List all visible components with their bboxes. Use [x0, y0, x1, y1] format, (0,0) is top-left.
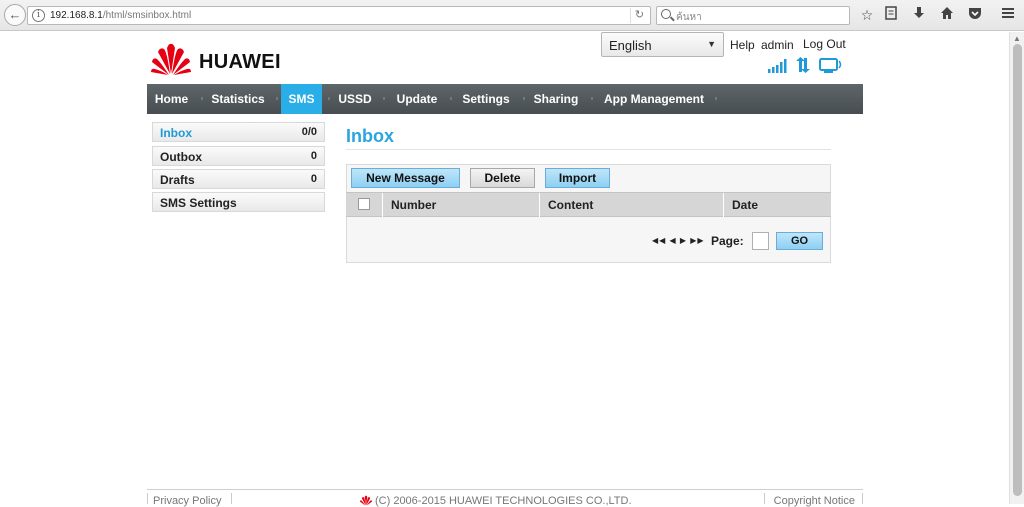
- table-header: Number Content Date: [346, 192, 831, 217]
- sidebar-item-drafts[interactable]: Drafts 0: [152, 169, 325, 189]
- language-select[interactable]: English ▼: [601, 32, 724, 57]
- huawei-petal-icon: [151, 43, 191, 75]
- nav-settings[interactable]: Settings: [455, 84, 517, 114]
- star-icon[interactable]: ☆: [858, 6, 876, 24]
- language-value: English: [609, 38, 652, 53]
- sidebar-item-count: 0: [310, 173, 317, 185]
- sidebar-item-count: 0: [310, 150, 317, 162]
- sidebar-item-label: Outbox: [160, 150, 202, 164]
- reload-icon[interactable]: ↻: [630, 8, 648, 23]
- url-path: /html/smsinbox.html: [102, 10, 192, 21]
- title-divider: [346, 149, 831, 150]
- sidebar-item-label: Drafts: [160, 173, 195, 187]
- status-icons: [767, 57, 847, 75]
- brand-name: HUAWEI: [199, 51, 281, 73]
- download-icon[interactable]: [910, 6, 928, 24]
- select-all-cell: [346, 193, 382, 217]
- nav-separator: [591, 97, 593, 100]
- sidebar-item-sms-settings[interactable]: SMS Settings: [152, 192, 325, 212]
- footer-separator: [231, 493, 232, 504]
- url-text: 192.168.8.1/html/smsinbox.html: [50, 10, 191, 21]
- footer: Privacy Policy (C) 2006-2015 HUAWEI TECH…: [147, 489, 863, 507]
- sidebar-item-label: SMS Settings: [160, 196, 237, 210]
- signal-strength-icon: [768, 59, 787, 73]
- nav-update[interactable]: Update: [389, 84, 445, 114]
- nav-separator: [201, 97, 203, 100]
- help-link[interactable]: Help: [730, 38, 755, 52]
- nav-separator: [715, 97, 717, 100]
- menu-icon[interactable]: [999, 6, 1017, 24]
- copyright-text: (C) 2006-2015 HUAWEI TECHNOLOGIES CO.,LT…: [375, 495, 632, 507]
- nav-separator: [450, 97, 452, 100]
- sidebar-item-count: 0/0: [301, 126, 317, 138]
- address-bar[interactable]: i 192.168.8.1/html/smsinbox.html ↻: [27, 6, 651, 25]
- delete-button[interactable]: Delete: [470, 168, 535, 188]
- go-button[interactable]: GO: [776, 232, 823, 250]
- nav-statistics[interactable]: Statistics: [205, 84, 271, 114]
- scroll-up-arrow-icon[interactable]: ▲: [1013, 34, 1021, 43]
- nav-home[interactable]: Home: [147, 84, 196, 114]
- import-button[interactable]: Import: [545, 168, 610, 188]
- new-message-button[interactable]: New Message: [351, 168, 460, 188]
- footer-separator: [764, 493, 765, 504]
- nav-sharing[interactable]: Sharing: [528, 84, 584, 114]
- footer-separator: [147, 493, 148, 504]
- select-all-checkbox[interactable]: [358, 198, 370, 210]
- username-label: admin: [761, 38, 794, 52]
- browser-search-input[interactable]: ค้นหา: [656, 6, 850, 25]
- chevron-down-icon: ▼: [707, 39, 716, 49]
- back-arrow-icon[interactable]: ←: [4, 4, 26, 26]
- nav-separator: [523, 97, 525, 100]
- url-host: 192.168.8.1: [50, 10, 103, 21]
- connected-device-icon: [819, 58, 842, 73]
- logout-link[interactable]: Log Out: [803, 37, 846, 51]
- nav-separator: [383, 97, 385, 100]
- copyright-notice-link[interactable]: Copyright Notice: [774, 495, 855, 507]
- nav-separator: [328, 97, 330, 100]
- data-transfer-icon: [796, 57, 810, 73]
- nav-separator: [276, 97, 278, 100]
- nav-sms[interactable]: SMS: [281, 84, 322, 114]
- privacy-policy-link[interactable]: Privacy Policy: [153, 495, 221, 507]
- search-icon: [661, 9, 671, 19]
- nav-app-management[interactable]: App Management: [598, 84, 710, 114]
- pocket-icon[interactable]: [966, 6, 984, 24]
- home-icon[interactable]: [938, 6, 956, 24]
- huawei-small-logo-icon: [359, 495, 373, 506]
- pager-arrows[interactable]: ◀◀ ◀ ▶ ▶▶: [652, 236, 705, 245]
- huawei-logo: HUAWEI: [150, 42, 290, 76]
- page-title: Inbox: [346, 126, 394, 146]
- sidebar-item-label: Inbox: [160, 126, 192, 140]
- sidebar-item-inbox[interactable]: Inbox 0/0: [152, 122, 325, 142]
- column-number[interactable]: Number: [382, 193, 539, 217]
- main-nav: Home Statistics SMS USSD Update Settings…: [147, 84, 863, 114]
- search-placeholder: ค้นหา: [676, 12, 702, 23]
- footer-separator: [862, 493, 863, 504]
- column-content[interactable]: Content: [539, 193, 723, 217]
- column-date[interactable]: Date: [723, 193, 831, 217]
- reading-list-icon[interactable]: [882, 6, 900, 24]
- scroll-thumb[interactable]: [1013, 44, 1022, 496]
- sidebar-item-outbox[interactable]: Outbox 0: [152, 146, 325, 166]
- nav-ussd[interactable]: USSD: [333, 84, 377, 114]
- page-label: Page:: [711, 234, 744, 248]
- info-icon[interactable]: i: [32, 9, 45, 22]
- page-number-input[interactable]: [752, 232, 769, 250]
- browser-toolbar: ← i 192.168.8.1/html/smsinbox.html ↻ ค้น…: [0, 0, 1024, 31]
- page-scrollbar[interactable]: ▲: [1009, 32, 1024, 504]
